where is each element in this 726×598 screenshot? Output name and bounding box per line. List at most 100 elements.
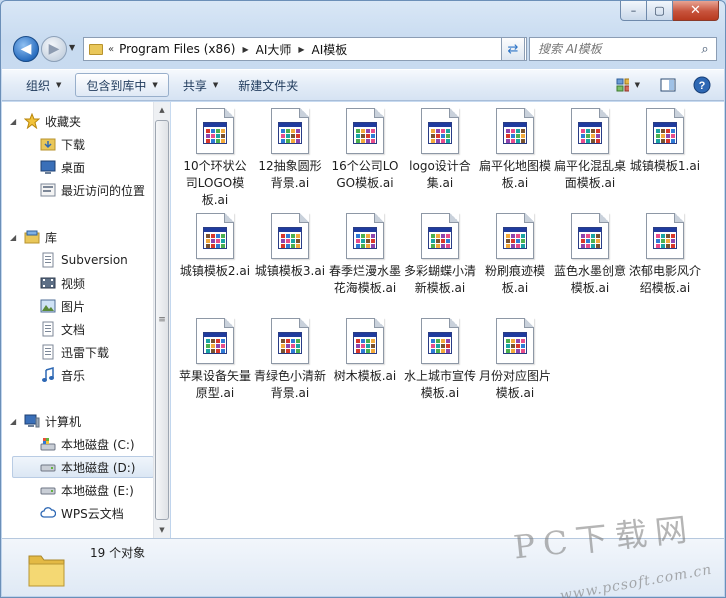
collapse-arrow-icon[interactable]: ◢: [10, 233, 16, 242]
file-item[interactable]: 青绿色小清新背景.ai: [254, 318, 326, 402]
new-folder-label: 新建文件夹: [238, 78, 299, 93]
file-item[interactable]: 城镇模板3.ai: [254, 213, 326, 280]
ai-file-icon: [346, 213, 384, 259]
include-in-library-label: 包含到库中: [86, 78, 147, 93]
ai-file-icon: [571, 213, 609, 259]
ai-file-icon: [421, 213, 459, 259]
organize-label: 组织: [26, 78, 51, 93]
file-name: 城镇模板3.ai: [254, 264, 326, 278]
file-name: 水上城市宣传模板.ai: [404, 369, 477, 400]
navigation-scrollbar[interactable]: ▲ ≡ ▼: [153, 102, 170, 538]
file-item[interactable]: logo设计合集.ai: [404, 108, 476, 192]
file-name: 城镇模板2.ai: [179, 264, 251, 278]
collapse-arrow-icon[interactable]: ◢: [10, 117, 16, 126]
caption-buttons: – ▢ ✕: [620, 1, 719, 21]
file-item[interactable]: 扁平化混乱桌面模板.ai: [554, 108, 626, 192]
file-item[interactable]: 12抽象圆形背景.ai: [254, 108, 326, 192]
forward-button[interactable]: ▶: [41, 36, 67, 62]
search-input[interactable]: [530, 42, 694, 56]
breadcrumb-ai-templates[interactable]: AI模板: [312, 41, 348, 58]
tree-item-drive-d[interactable]: 本地磁盘 (D:): [12, 456, 154, 478]
tree-libraries[interactable]: ◢ 库: [10, 226, 160, 248]
help-button[interactable]: ?: [690, 74, 714, 96]
file-item[interactable]: 树木模板.ai: [329, 318, 401, 385]
file-item[interactable]: 浓郁电影风介绍模板.ai: [629, 213, 701, 297]
breadcrumb-program-files[interactable]: Program Files (x86): [119, 42, 235, 56]
chevron-right-icon[interactable]: ▶: [242, 45, 248, 54]
item-count: 19 个对象: [90, 546, 146, 560]
ai-file-icon: [646, 213, 684, 259]
file-item[interactable]: 16个公司LOGO模板.ai: [329, 108, 401, 192]
tree-label: 库: [45, 230, 58, 245]
ai-file-icon: [496, 318, 534, 364]
tree-label: 收藏夹: [45, 114, 82, 129]
file-item[interactable]: 水上城市宣传模板.ai: [404, 318, 476, 402]
minimize-button[interactable]: –: [620, 1, 647, 21]
file-item[interactable]: 扁平化地图模板.ai: [479, 108, 551, 192]
view-grid-icon: [616, 78, 629, 92]
file-name: 粉刷痕迹模板.ai: [484, 264, 545, 295]
include-in-library-button[interactable]: 包含到库中 ▼: [75, 73, 169, 97]
ai-file-icon: [496, 213, 534, 259]
file-item[interactable]: 粉刷痕迹模板.ai: [479, 213, 551, 297]
hard-drive-icon: [40, 464, 56, 472]
picture-icon: [40, 299, 56, 313]
breadcrumb-ai-master[interactable]: AI大师: [256, 41, 292, 58]
maximize-button[interactable]: ▢: [647, 1, 673, 21]
tree-computer[interactable]: ◢ 计算机: [10, 410, 160, 432]
chevron-right-icon[interactable]: ▶: [298, 45, 304, 54]
back-button[interactable]: ◀: [13, 36, 39, 62]
file-item[interactable]: 城镇模板2.ai: [179, 213, 251, 280]
file-name: 树木模板.ai: [333, 369, 397, 383]
scroll-up-icon[interactable]: ▲: [154, 102, 170, 118]
tree-label: 视频: [61, 276, 86, 291]
preview-pane-icon: [660, 78, 676, 92]
new-folder-button[interactable]: 新建文件夹: [228, 73, 308, 97]
search-box[interactable]: ⌕: [529, 37, 717, 61]
arrow-left-icon: ◀: [20, 41, 32, 57]
document-icon: [42, 321, 54, 337]
file-list-view[interactable]: 10个环状公司LOGO模板.ai 12抽象圆形背景.ai 16个公司LOGO模板.a…: [171, 102, 724, 538]
ai-file-icon: [346, 318, 384, 364]
scroll-thumb[interactable]: ≡: [155, 120, 169, 520]
file-item[interactable]: 蓝色水墨创意模板.ai: [554, 213, 626, 297]
caret-down-icon: ▼: [634, 81, 640, 89]
share-button[interactable]: 共享 ▼: [173, 73, 228, 97]
breadcrumb-overflow[interactable]: «: [108, 44, 114, 55]
tree-label: 音乐: [61, 368, 86, 383]
file-item[interactable]: 春季烂漫水墨花海模板.ai: [329, 213, 401, 297]
preview-pane-button[interactable]: [656, 74, 680, 96]
ai-file-icon: [196, 318, 234, 364]
file-name: 浓郁电影风介绍模板.ai: [629, 264, 702, 295]
file-item[interactable]: 月份对应图片模板.ai: [479, 318, 551, 402]
svg-text:?: ?: [699, 80, 706, 92]
recent-pages-dropdown[interactable]: ▼: [69, 43, 75, 52]
organize-button[interactable]: 组织 ▼: [16, 73, 71, 97]
tree-favorites[interactable]: ◢ 收藏夹: [10, 110, 160, 132]
close-button[interactable]: ✕: [673, 1, 719, 21]
collapse-arrow-icon[interactable]: ◢: [10, 417, 16, 426]
refresh-button[interactable]: ⇄: [501, 37, 525, 61]
file-item[interactable]: 苹果设备矢量原型.ai: [179, 318, 251, 402]
scroll-down-icon[interactable]: ▼: [154, 522, 170, 538]
file-item[interactable]: 城镇模板1.ai: [629, 108, 701, 175]
tree-label: 最近访问的位置: [61, 183, 146, 198]
star-icon: [24, 113, 40, 129]
tree-label: 图片: [61, 299, 86, 314]
address-bar[interactable]: « Program Files (x86) ▶ AI大师 ▶ AI模板 ▼: [83, 37, 527, 61]
explorer-window: – ▢ ✕ ◀ ▶ ▼ « Program Files (x86) ▶ AI大师…: [0, 0, 726, 598]
ai-file-icon: [346, 108, 384, 154]
ai-file-icon: [571, 108, 609, 154]
folder-icon: [89, 43, 103, 55]
file-name: 12抽象圆形背景.ai: [258, 159, 322, 190]
file-name: logo设计合集.ai: [409, 159, 471, 190]
share-label: 共享: [182, 78, 207, 93]
computer-icon: [24, 414, 40, 428]
file-name: 苹果设备矢量原型.ai: [179, 369, 252, 400]
search-icon[interactable]: ⌕: [694, 42, 716, 57]
file-item[interactable]: 多彩蝴蝶小清新模板.ai: [404, 213, 476, 297]
ai-file-icon: [271, 108, 309, 154]
file-item[interactable]: 10个环状公司LOGO模板.ai: [179, 108, 251, 209]
view-options-button[interactable]: ▼: [616, 74, 640, 96]
ai-file-icon: [271, 213, 309, 259]
